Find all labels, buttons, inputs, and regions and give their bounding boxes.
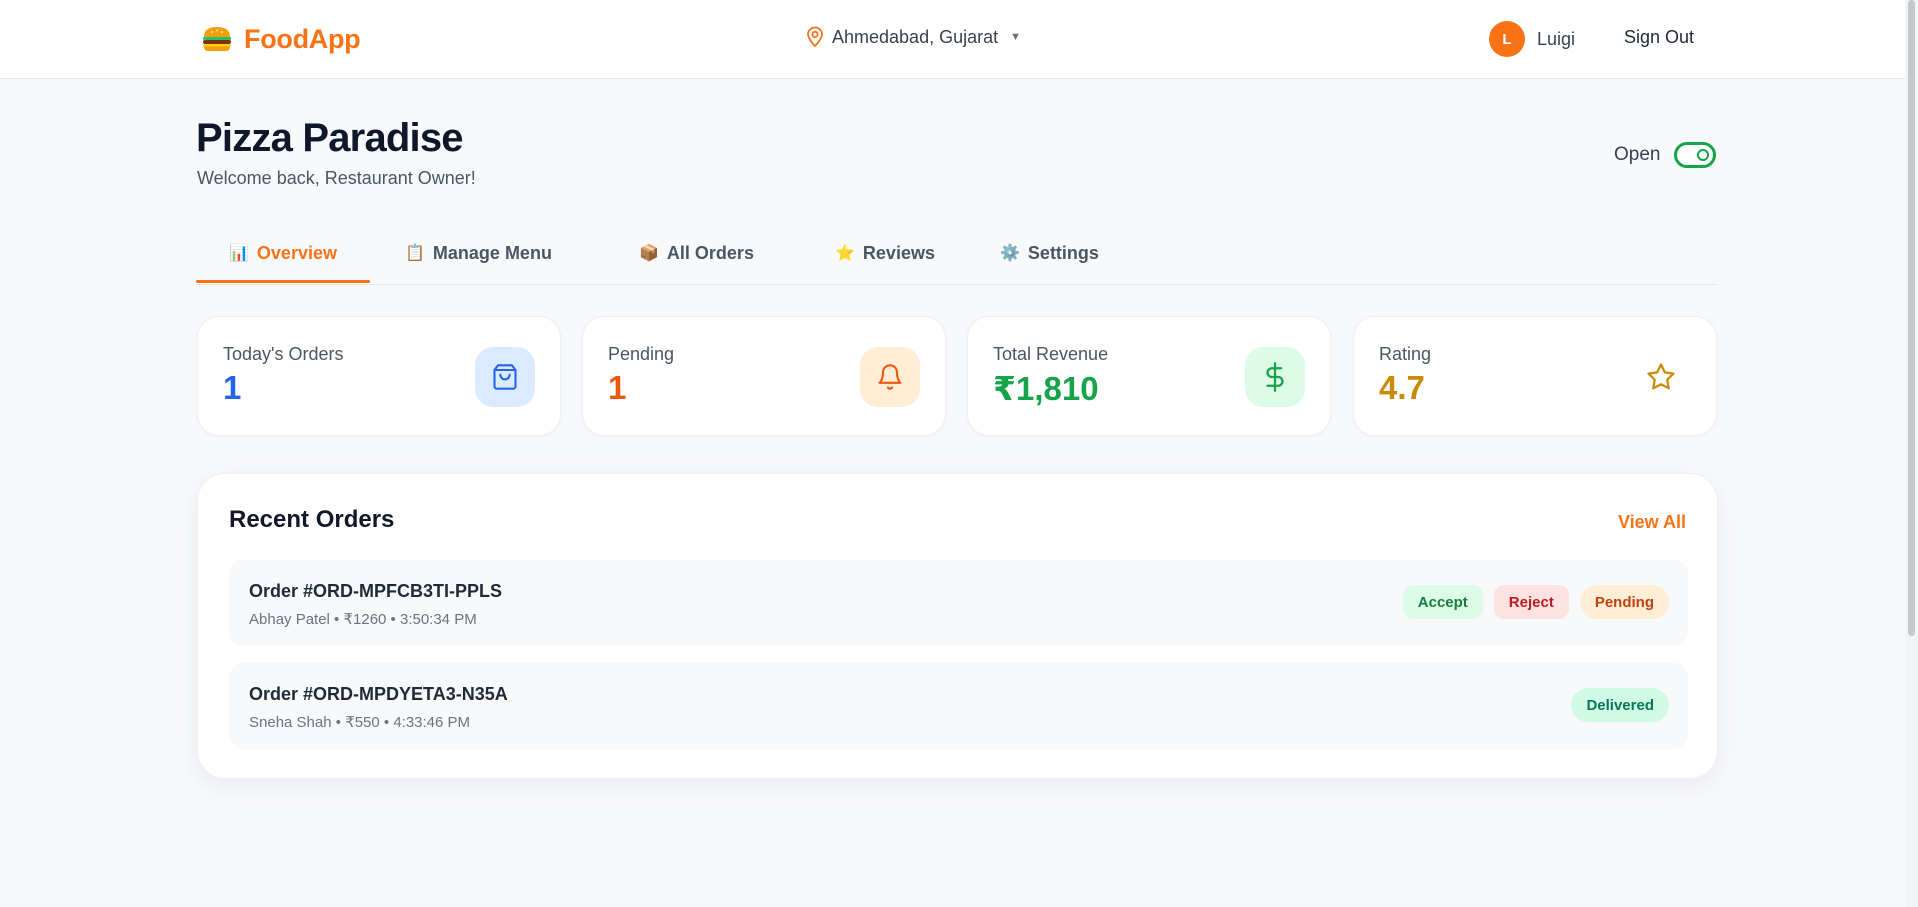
accept-button[interactable]: Accept — [1402, 585, 1483, 619]
tab-label: Reviews — [862, 242, 935, 263]
order-row[interactable]: Order #ORD-MPFCB3TI-PPLS Abhay Patel • ₹… — [229, 560, 1688, 646]
order-id: Order #ORD-MPDYETA3-N35A — [249, 684, 508, 704]
bar-chart-icon: 📊 — [229, 245, 249, 262]
order-actions: Accept Reject Pending — [1402, 585, 1669, 619]
tab-reviews[interactable]: ⭐ Reviews — [802, 226, 968, 280]
tab-settings[interactable]: ⚙️ Settings — [967, 226, 1132, 280]
reject-button[interactable]: Reject — [1493, 585, 1569, 619]
stat-label: Pending — [608, 344, 675, 364]
user-menu[interactable]: L Luigi — [1489, 21, 1575, 57]
open-status: Open — [1614, 142, 1717, 168]
top-navbar: FoodApp Ahmedabad, Gujarat ▼ L Luigi Sig… — [0, 0, 1918, 79]
stat-card-pending: Pending 1 — [582, 316, 946, 436]
tab-label: Overview — [256, 242, 337, 263]
dashboard-tabs: 📊 Overview 📋 Manage Menu 📦 All Orders ⭐ … — [196, 226, 1718, 285]
dollar-icon — [1245, 347, 1305, 407]
stat-card-todays-orders: Today's Orders 1 — [197, 316, 561, 436]
stat-card-total-revenue: Total Revenue ₹1,810 — [967, 316, 1331, 436]
stat-label: Today's Orders — [223, 344, 344, 364]
status-badge: Delivered — [1571, 688, 1669, 722]
page-title: Pizza Paradise — [196, 116, 464, 160]
user-name: Luigi — [1537, 28, 1576, 49]
stat-value: 1 — [223, 369, 242, 406]
scrollbar-thumb[interactable] — [1908, 0, 1915, 636]
status-label: Open — [1614, 144, 1661, 165]
view-all-link[interactable]: View All — [1618, 512, 1686, 533]
tab-label: Settings — [1027, 242, 1099, 263]
star-icon — [1631, 347, 1691, 407]
stat-value: 1 — [608, 369, 627, 406]
clipboard-icon: 📋 — [405, 245, 425, 262]
recent-orders-title: Recent Orders — [229, 506, 395, 533]
open-toggle[interactable] — [1674, 142, 1717, 168]
burger-icon — [203, 27, 231, 51]
order-meta: Sneha Shah • ₹550 • 4:33:46 PM — [249, 714, 471, 731]
stat-value: ₹1,810 — [993, 370, 1099, 407]
map-pin-icon — [807, 26, 823, 48]
app-name: FoodApp — [244, 23, 361, 54]
toggle-knob — [1697, 149, 1710, 161]
avatar: L — [1489, 21, 1525, 57]
tab-overview[interactable]: 📊 Overview — [196, 226, 370, 283]
stat-label: Rating — [1379, 344, 1432, 364]
order-meta: Abhay Patel • ₹1260 • 3:50:34 PM — [249, 611, 477, 628]
app-logo[interactable]: FoodApp — [200, 22, 361, 56]
sign-out-button[interactable]: Sign Out — [1624, 27, 1694, 48]
page-scrollbar[interactable] — [1905, 0, 1918, 907]
stat-label: Total Revenue — [993, 344, 1109, 364]
shopping-bag-icon — [475, 347, 535, 407]
tab-manage-menu[interactable]: 📋 Manage Menu — [372, 226, 585, 280]
star-icon: ⭐ — [835, 245, 855, 262]
status-badge: Pending — [1579, 585, 1669, 619]
tab-all-orders[interactable]: 📦 All Orders — [606, 226, 787, 280]
location-selector[interactable]: Ahmedabad, Gujarat ▼ — [806, 26, 1021, 48]
chevron-down-icon: ▼ — [1010, 31, 1021, 43]
gear-icon: ⚙️ — [1000, 245, 1020, 262]
order-actions: Delivered — [1571, 688, 1669, 722]
bell-icon — [860, 347, 920, 407]
page-subtitle: Welcome back, Restaurant Owner! — [197, 168, 476, 188]
tab-label: Manage Menu — [432, 242, 552, 263]
tab-label: All Orders — [666, 242, 754, 263]
stat-value: 4.7 — [1379, 369, 1425, 406]
order-id: Order #ORD-MPFCB3TI-PPLS — [249, 581, 503, 601]
package-icon: 📦 — [639, 245, 659, 262]
location-text: Ahmedabad, Gujarat — [832, 26, 999, 47]
stat-card-rating: Rating 4.7 — [1353, 316, 1717, 436]
order-row[interactable]: Order #ORD-MPDYETA3-N35A Sneha Shah • ₹5… — [229, 663, 1688, 749]
recent-orders-panel: Recent Orders View All Order #ORD-MPFCB3… — [197, 473, 1718, 779]
